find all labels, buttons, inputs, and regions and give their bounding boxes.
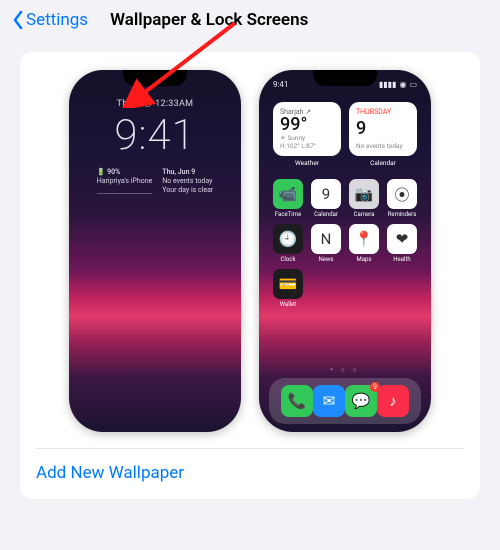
dock-app-icon: ✉ xyxy=(313,385,345,417)
home-screen-preview[interactable]: 9:41 ▮▮▮▮ ◉ ▭ Sharjah ↗ 99° ☀ Sunny H:10… xyxy=(259,70,431,432)
lock-date-line: Thu 9 ⦿ 12:33AM xyxy=(69,96,241,109)
app-health: ❤ Health xyxy=(387,224,417,263)
lock-battery-box: 🔋 90% Haripriya's iPhone xyxy=(97,168,153,194)
page-dots: • ○ ○ xyxy=(259,366,431,378)
app-icon: 📷 xyxy=(349,179,379,209)
preview-row: Thu 9 ⦿ 12:33AM 9:41 🔋 90% Haripriya's i… xyxy=(20,70,480,448)
widgets-row: Sharjah ↗ 99° ☀ Sunny H:102° L:87° Weath… xyxy=(259,92,431,171)
app-icon: ⦿ xyxy=(387,179,417,209)
app-maps: 📍 Maps xyxy=(349,224,379,263)
add-wallpaper-button[interactable]: Add New Wallpaper xyxy=(20,449,480,499)
dock-app-0: 📞 xyxy=(281,385,313,417)
signal-icon: ▮▮▮▮ xyxy=(379,80,397,89)
app-icon: ❤ xyxy=(387,224,417,254)
app-icon: 📹 xyxy=(273,179,303,209)
app-grid: 📹 FaceTime 9 Calendar 📷 Camera ⦿ Reminders 🕘 Cloc… xyxy=(259,171,431,308)
dock: 📞✉💬9♪ xyxy=(269,378,421,424)
lock-calendar-box: Thu, Jun 9 No events today Your day is c… xyxy=(162,168,213,194)
app-reminders: ⦿ Reminders xyxy=(387,179,417,218)
lock-screen-preview[interactable]: Thu 9 ⦿ 12:33AM 9:41 🔋 90% Haripriya's i… xyxy=(69,70,241,432)
status-time: 9:41 xyxy=(273,80,288,89)
wallpaper-card: Thu 9 ⦿ 12:33AM 9:41 🔋 90% Haripriya's i… xyxy=(20,52,480,499)
app-news: N News xyxy=(311,224,341,263)
app-clock: 🕘 Clock xyxy=(273,224,303,263)
wifi-icon: ◉ xyxy=(399,80,406,89)
app-label: Clock xyxy=(281,256,296,263)
dock-app-1: ✉ xyxy=(313,385,345,417)
dock-app-icon: 📞 xyxy=(281,385,313,417)
app-label: Wallet xyxy=(280,301,297,308)
app-facetime: 📹 FaceTime xyxy=(273,179,303,218)
back-label: Settings xyxy=(26,10,88,30)
dock-app-icon: ♪ xyxy=(377,385,409,417)
lock-info-row: 🔋 90% Haripriya's iPhone Thu, Jun 9 No e… xyxy=(69,168,241,194)
app-label: FaceTime xyxy=(275,211,301,218)
app-label: Health xyxy=(393,256,410,263)
calendar-widget: THURSDAY 9 No events today Calendar xyxy=(349,102,417,167)
chevron-left-icon xyxy=(12,10,24,30)
app-icon: 🕘 xyxy=(273,224,303,254)
app-label: Reminders xyxy=(388,211,417,218)
app-label: News xyxy=(318,256,333,263)
weather-widget: Sharjah ↗ 99° ☀ Sunny H:102° L:87° Weath… xyxy=(273,102,341,167)
app-wallet: 💳 Wallet xyxy=(273,269,303,308)
page-title: Wallpaper & Lock Screens xyxy=(110,10,308,30)
app-label: Maps xyxy=(357,256,372,263)
dock-app-3: ♪ xyxy=(377,385,409,417)
dock-app-2: 💬9 xyxy=(345,385,377,417)
app-label: Camera xyxy=(354,211,375,218)
lock-clock: 9:41 xyxy=(69,111,241,160)
notch xyxy=(313,70,377,86)
app-icon: 9 xyxy=(311,179,341,209)
app-camera: 📷 Camera xyxy=(349,179,379,218)
app-label: Calendar xyxy=(314,211,338,218)
battery-icon: ▭ xyxy=(409,80,417,89)
status-icons: ▮▮▮▮ ◉ ▭ xyxy=(379,80,417,89)
app-calendar: 9 Calendar xyxy=(311,179,341,218)
app-icon: 📍 xyxy=(349,224,379,254)
app-icon: N xyxy=(311,224,341,254)
nav-bar: Settings Wallpaper & Lock Screens xyxy=(0,0,500,38)
back-button[interactable]: Settings xyxy=(12,10,88,30)
notch xyxy=(123,70,187,86)
app-icon: 💳 xyxy=(273,269,303,299)
